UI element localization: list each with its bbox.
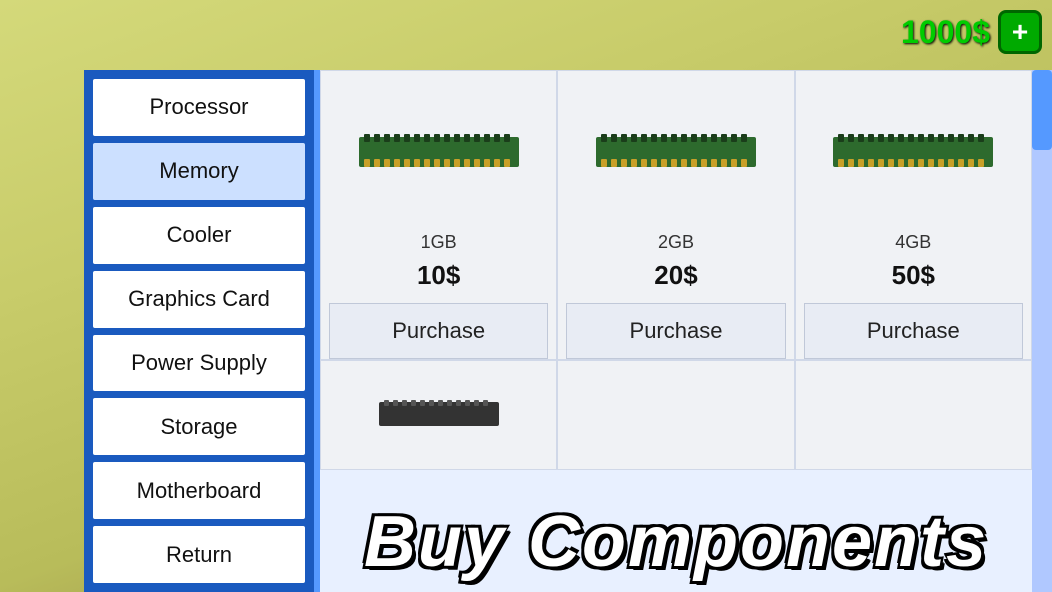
product-size-2: 2GB	[654, 229, 697, 256]
sidebar-item-motherboard[interactable]: Motherboard	[91, 460, 307, 521]
product-image-2gb	[566, 81, 785, 221]
content-area: 1GB 10$ Purchase	[314, 70, 1052, 592]
product-image-4gb	[804, 81, 1023, 221]
product-cell-partial-3	[795, 360, 1032, 470]
purchase-button-1gb[interactable]: Purchase	[329, 303, 548, 359]
sidebar-item-memory[interactable]: Memory	[91, 141, 307, 202]
product-size-3: 4GB	[892, 229, 935, 256]
sidebar-item-graphics-card[interactable]: Graphics Card	[91, 269, 307, 330]
product-cell-4gb: 4GB 50$ Purchase	[795, 70, 1032, 360]
top-bar: 1000$ +	[901, 10, 1042, 54]
buy-components-title: Buy Components	[364, 501, 988, 583]
product-cell-partial-1	[320, 360, 557, 470]
purchase-button-2gb[interactable]: Purchase	[566, 303, 785, 359]
product-info-2gb: 2GB 20$	[654, 221, 697, 299]
ram-image-2gb	[596, 129, 756, 174]
product-grid-row2	[320, 360, 1052, 470]
ram-image-partial	[379, 398, 499, 433]
add-currency-button[interactable]: +	[998, 10, 1042, 54]
product-info-1gb: 1GB 10$	[417, 221, 460, 299]
ram-image-1gb	[359, 129, 519, 174]
sidebar-item-processor[interactable]: Processor	[91, 77, 307, 138]
main-panel: Processor Memory Cooler Graphics Card Po…	[84, 70, 1052, 592]
sidebar-item-power-supply[interactable]: Power Supply	[91, 333, 307, 394]
product-grid: 1GB 10$ Purchase	[320, 70, 1052, 360]
sidebar-item-cooler[interactable]: Cooler	[91, 205, 307, 266]
purchase-button-4gb[interactable]: Purchase	[804, 303, 1023, 359]
sidebar: Processor Memory Cooler Graphics Card Po…	[84, 70, 314, 592]
plus-icon: +	[1012, 18, 1028, 46]
buy-components-overlay: Buy Components	[320, 492, 1032, 592]
sidebar-item-storage[interactable]: Storage	[91, 396, 307, 457]
sidebar-item-return[interactable]: Return	[91, 524, 307, 585]
product-price-2: 20$	[654, 256, 697, 295]
product-cell-partial-2	[557, 360, 794, 470]
product-price-3: 50$	[892, 256, 935, 295]
scrollbar-thumb[interactable]	[1032, 70, 1052, 150]
ram-image-4gb	[833, 129, 993, 174]
product-image-1gb	[329, 81, 548, 221]
product-cell-2gb: 2GB 20$ Purchase	[557, 70, 794, 360]
product-cell-1gb: 1GB 10$ Purchase	[320, 70, 557, 360]
product-price-1: 10$	[417, 256, 460, 295]
scrollbar[interactable]	[1032, 70, 1052, 592]
product-size-1: 1GB	[417, 229, 460, 256]
product-info-4gb: 4GB 50$	[892, 221, 935, 299]
currency-label: 1000$	[901, 14, 990, 51]
